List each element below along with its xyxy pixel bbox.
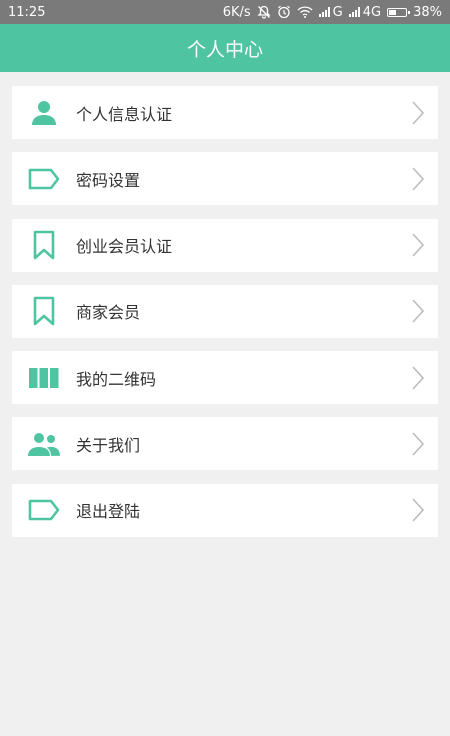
menu-item-label: 个人信息认证 (76, 104, 173, 124)
menu-item-label: 我的二维码 (76, 369, 157, 389)
title-bar: 个人中心 (0, 24, 450, 72)
chevron-right-icon (410, 299, 426, 323)
chevron-right-icon (410, 432, 426, 456)
chevron-right-icon (410, 498, 426, 522)
status-right: 6K/s G 4G 38% (223, 5, 442, 20)
menu-list: 个人信息认证 密码设置 创业会员认证 商家会员 我的二维码 关于我们 退出登陆 (12, 86, 438, 550)
chevron-right-icon (410, 366, 426, 390)
menu-item-personal-info[interactable]: 个人信息认证 (12, 86, 438, 139)
tag-icon (27, 162, 61, 196)
chevron-right-icon (410, 100, 426, 125)
group-icon (27, 427, 61, 461)
menu-item-password-settings[interactable]: 密码设置 (12, 152, 438, 206)
menu-item-logout[interactable]: 退出登陆 (12, 483, 438, 537)
status-bar: 11:25 6K/s G 4G 38% (0, 0, 450, 24)
person-icon (27, 96, 61, 130)
menu-item-about-us[interactable]: 关于我们 (12, 417, 438, 471)
page-title: 个人中心 (186, 38, 263, 61)
cell-signal-icon (348, 7, 361, 17)
cell-signal-icon (318, 7, 331, 17)
wifi-icon (297, 6, 313, 18)
battery-percent: 38% (413, 4, 442, 20)
menu-item-label: 退出登陆 (76, 502, 141, 522)
tag-icon (27, 493, 61, 527)
menu-item-startup-member[interactable]: 创业会员认证 (12, 218, 438, 272)
menu-item-label: 密码设置 (76, 170, 141, 190)
alarm-icon (277, 5, 291, 19)
battery-icon (387, 7, 411, 17)
qr-columns-icon (27, 361, 61, 395)
signal-4g-label: 4G (362, 4, 382, 20)
signal-g-label: G (332, 4, 343, 20)
chevron-right-icon (410, 167, 426, 191)
network-speed: 6K/s (222, 4, 251, 20)
mute-bell-icon (257, 5, 271, 19)
menu-item-label: 关于我们 (76, 435, 141, 455)
bookmark-icon (27, 228, 61, 262)
menu-item-merchant-member[interactable]: 商家会员 (12, 284, 438, 338)
status-time: 11:25 (8, 4, 46, 20)
menu-item-label: 创业会员认证 (76, 237, 173, 257)
chevron-right-icon (410, 233, 426, 257)
menu-item-label: 商家会员 (76, 303, 141, 323)
menu-item-my-qr-code[interactable]: 我的二维码 (12, 351, 438, 405)
bookmark-icon (27, 294, 61, 328)
